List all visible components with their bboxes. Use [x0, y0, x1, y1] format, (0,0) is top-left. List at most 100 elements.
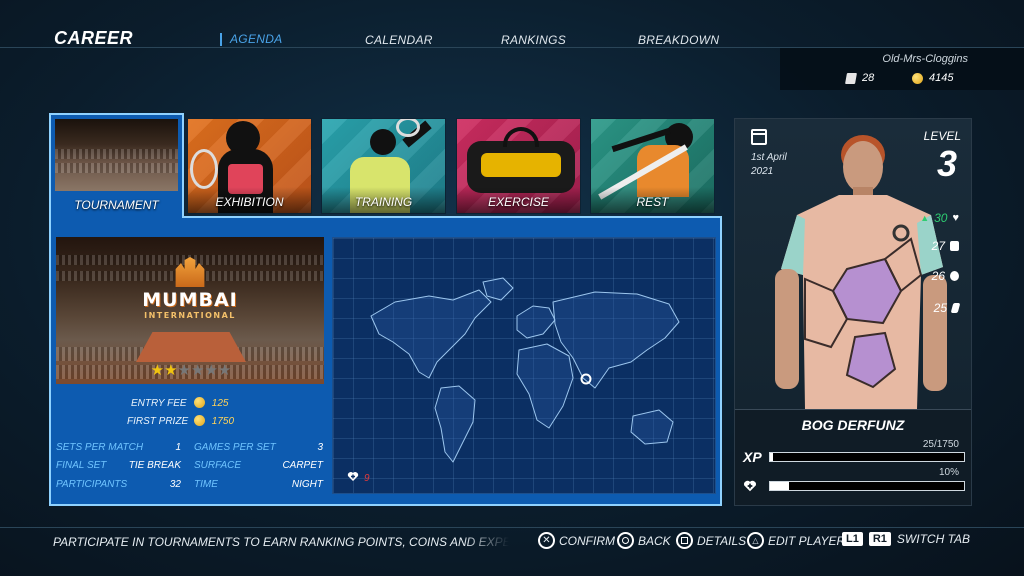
username: Old-Mrs-Cloggins — [882, 53, 968, 65]
tab-tournament-label: TOURNAMENT — [74, 198, 159, 212]
confirm-button[interactable]: ✕ CONFIRM — [538, 532, 615, 549]
details-label: DETAILS — [697, 533, 747, 548]
star-filled-icon: ★ — [164, 362, 178, 379]
tab-calendar[interactable]: CALENDAR — [365, 33, 433, 47]
hint-text: PARTICIPATE IN TOURNAMENTS TO EARN RANKI… — [53, 535, 509, 549]
health-percent: 10% — [938, 467, 959, 478]
level-label: LEVEL — [923, 129, 961, 143]
tournament-thumbnail — [55, 119, 178, 191]
greenland — [482, 277, 514, 301]
stat-health-value: 30 — [934, 211, 948, 225]
surface-value: CARPET — [282, 460, 323, 471]
south-america — [434, 385, 476, 463]
heart-icon: ♥ — [952, 212, 959, 224]
europe — [516, 305, 556, 339]
tab-agenda[interactable]: AGENDA — [220, 33, 282, 46]
stat-health: ▲ 30 ♥ — [920, 211, 959, 225]
date-line-2: 2021 — [751, 166, 774, 177]
event-logo: MUMBAI INTERNATIONAL — [140, 257, 240, 337]
health-cost-value: 9 — [364, 472, 370, 484]
africa — [516, 343, 574, 429]
xp-bar-fill — [770, 453, 773, 461]
tab-training[interactable]: TRAINING — [321, 118, 446, 214]
profile-box: Old-Mrs-Cloggins 28 4145 — [780, 48, 1024, 90]
tab-rankings[interactable]: RANKINGS — [501, 33, 566, 47]
coin-icon — [194, 397, 205, 408]
player-avatar: 1st April 2021 LEVEL 3 ▲ 30 ♥ 27 26 25 — [735, 119, 971, 409]
stat-speed-value: 25 — [933, 301, 947, 315]
star-empty-icon: ★ — [177, 362, 191, 379]
stat-strength: 26 — [932, 269, 959, 283]
sets-per-match-label: SETS PER MATCH — [56, 442, 144, 453]
xp-label: XP — [743, 449, 762, 465]
bottle-icon — [950, 241, 959, 251]
participants-label: PARTICIPANTS — [56, 479, 128, 490]
tab-exercise[interactable]: EXERCISE — [456, 118, 581, 214]
coins-value: 4145 — [929, 72, 954, 84]
player-panel[interactable]: 1st April 2021 LEVEL 3 ▲ 30 ♥ 27 26 25 B… — [734, 118, 972, 506]
xp-count: 25/1750 — [922, 439, 959, 450]
runner-icon — [950, 303, 961, 313]
page-title: CAREER — [54, 28, 134, 48]
stat-speed: 25 — [933, 301, 961, 315]
circle-icon — [617, 532, 634, 549]
coin-icon — [194, 415, 205, 426]
back-button[interactable]: BACK — [617, 532, 671, 549]
date-line-1: 1st April — [751, 152, 787, 163]
tab-exhibition[interactable]: EXHIBITION — [187, 118, 312, 214]
stat-strength-value: 26 — [931, 269, 945, 283]
tournament-panel: MUMBAI INTERNATIONAL ★★★★★★ ENTRY FEE 12… — [49, 216, 722, 506]
logo-subtitle: INTERNATIONAL — [144, 311, 236, 320]
australia — [630, 409, 674, 445]
switch-tab-button[interactable]: L1 R1 SWITCH TAB — [842, 532, 970, 546]
top-bar: CAREER AGENDA CALENDAR RANKINGS BREAKDOW… — [0, 0, 1024, 48]
stat-stamina-value: 27 — [931, 239, 945, 253]
edit-player-button[interactable]: △ EDIT PLAYER — [747, 532, 845, 549]
tab-tournament[interactable]: TOURNAMENT — [49, 113, 184, 218]
confirm-label: CONFIRM — [559, 533, 615, 548]
tab-rest[interactable]: REST — [590, 118, 715, 214]
event-image: MUMBAI INTERNATIONAL ★★★★★★ — [56, 237, 324, 384]
player-name: BOG DERFUNZ — [735, 409, 971, 439]
star-filled-icon: ★ — [150, 362, 165, 379]
world-map-svg — [370, 277, 680, 463]
time-label: TIME — [194, 479, 218, 490]
tab-breakdown[interactable]: BREAKDOWN — [638, 33, 719, 47]
cards-value: 28 — [862, 72, 875, 84]
time-value: NIGHT — [291, 479, 323, 490]
tab-training-label: TRAINING — [354, 195, 413, 209]
final-set-value: TIE BREAK — [128, 460, 181, 471]
north-america — [370, 289, 492, 379]
entry-fee-value: 125 — [194, 397, 228, 409]
l1-icon: L1 — [842, 532, 863, 546]
first-prize-label: FIRST PRIZE — [127, 416, 189, 427]
health-bar-fill — [770, 482, 790, 490]
tab-exhibition-label: EXHIBITION — [215, 195, 284, 209]
entry-fee-label: ENTRY FEE — [131, 398, 187, 409]
difficulty-stars: ★★★★★★ — [136, 361, 246, 379]
games-per-set-label: GAMES PER SET — [194, 442, 276, 453]
sets-per-match-value: 1 — [175, 442, 181, 453]
star-empty-icon: ★ — [191, 362, 205, 379]
coin-icon — [912, 72, 923, 84]
switch-tab-label: SWITCH TAB — [896, 532, 971, 546]
edit-player-label: EDIT PLAYER — [768, 533, 846, 548]
tab-rest-label: REST — [636, 195, 669, 209]
health-bar — [769, 481, 965, 491]
date-box: 1st April 2021 — [751, 129, 787, 179]
health-cost: 9 — [347, 471, 370, 485]
games-per-set-value: 3 — [317, 442, 323, 453]
back-label: BACK — [638, 533, 671, 548]
coins-count: 4145 — [912, 72, 953, 84]
r1-icon: R1 — [868, 532, 891, 546]
arrow-up-icon: ▲ — [920, 213, 930, 223]
first-prize-value: 1750 — [194, 415, 234, 427]
calendar-icon — [751, 129, 767, 145]
cross-icon: ✕ — [538, 532, 555, 549]
details-button[interactable]: DETAILS — [676, 532, 746, 549]
cards-icon — [845, 72, 857, 84]
cards-count: 28 — [845, 72, 875, 84]
stat-stamina: 27 — [932, 239, 959, 253]
logo-name: MUMBAI — [142, 289, 238, 311]
kettlebell-icon — [950, 271, 959, 281]
